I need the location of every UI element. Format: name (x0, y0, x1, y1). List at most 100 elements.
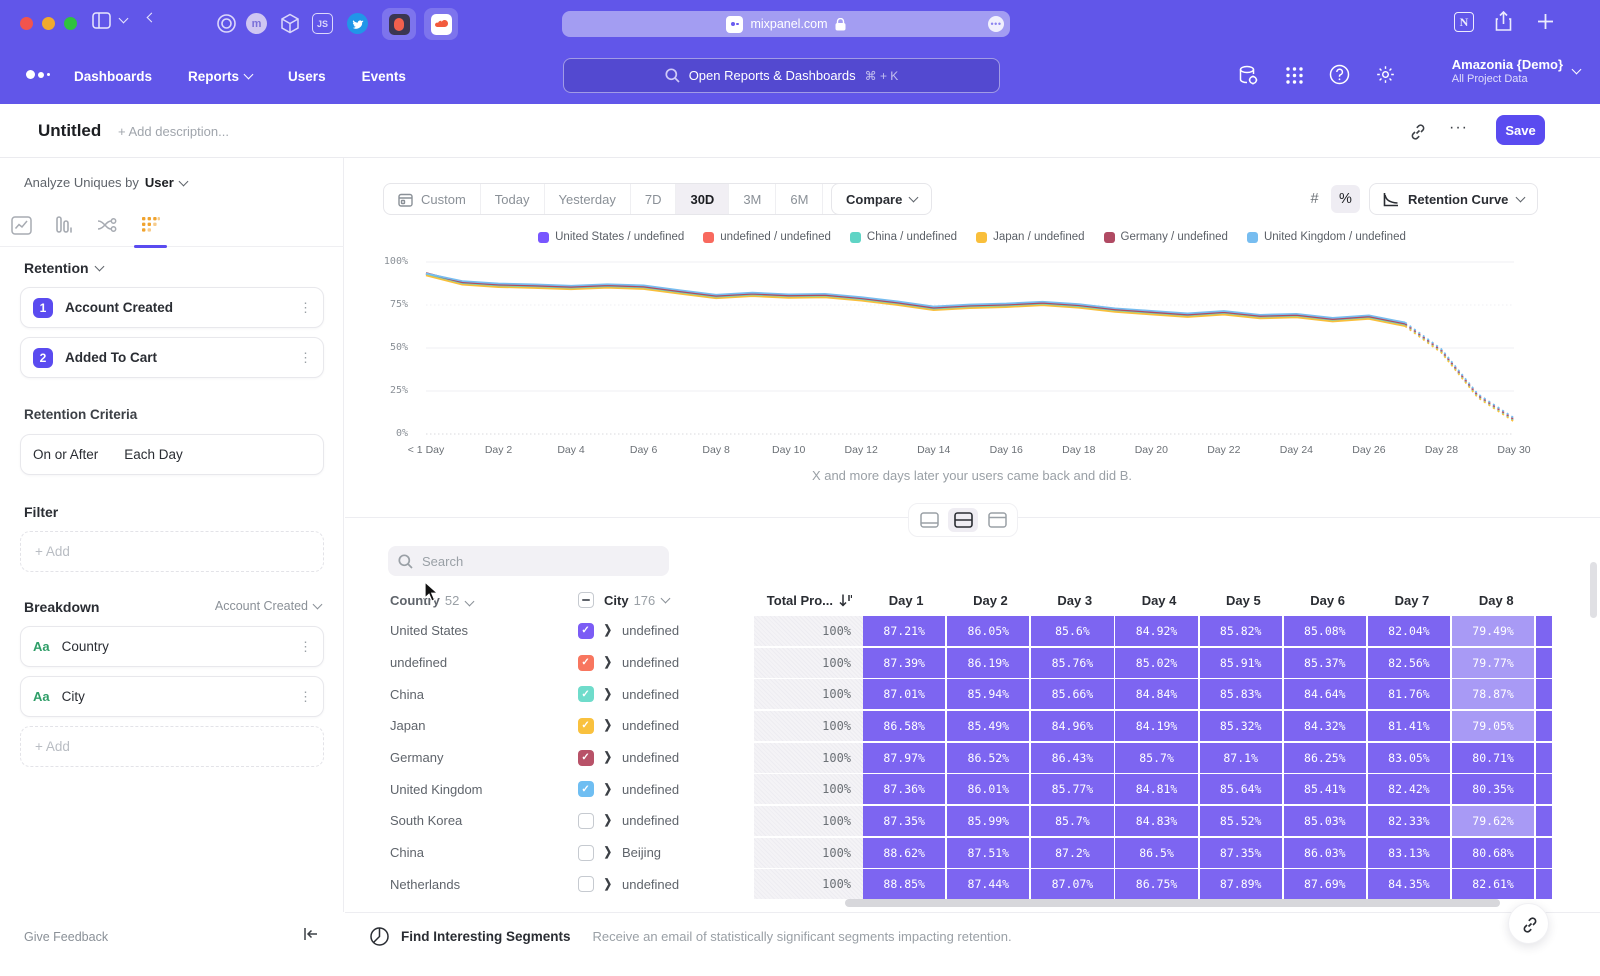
row-checkbox[interactable]: ✓ (578, 781, 594, 797)
day-column-header[interactable]: Day 6 (1285, 593, 1369, 608)
retention-value-cell[interactable]: 82.61% (1452, 869, 1534, 899)
range-7d[interactable]: 7D (631, 183, 677, 215)
find-segments-button[interactable]: Find Interesting Segments (401, 929, 571, 944)
number-format-button[interactable]: # (1300, 185, 1329, 213)
retention-value-cell[interactable]: 85.02% (1115, 648, 1197, 678)
retention-value-cell[interactable]: 85.7% (1031, 806, 1113, 836)
retention-value-cell[interactable]: 84.64% (1284, 679, 1366, 709)
retention-value-cell[interactable]: 79.62% (1452, 806, 1534, 836)
row-checkbox[interactable]: ✓ (578, 623, 594, 639)
retention-value-cell[interactable]: 84.32% (1284, 711, 1366, 741)
kebab-menu-icon[interactable]: ⋮ (299, 305, 311, 310)
row-checkbox[interactable]: ✓ (578, 750, 594, 766)
soundcloud-extension-icon[interactable] (424, 8, 458, 40)
retention-step-2[interactable]: 2 Added To Cart ⋮ (20, 337, 324, 378)
breakdown-country-card[interactable]: Aa Country ⋮ (20, 626, 324, 667)
retention-value-cell[interactable]: 82.42% (1368, 774, 1450, 804)
retention-value-cell[interactable]: 87.97% (863, 743, 945, 773)
split-layout-button[interactable] (948, 508, 978, 532)
percent-format-button[interactable]: % (1331, 185, 1360, 213)
address-bar[interactable]: mixpanel.com ••• (562, 11, 1010, 37)
total-column-header[interactable]: Total Pro... (755, 585, 864, 615)
retention-value-cell[interactable]: 87.1% (1200, 743, 1282, 773)
retention-value-cell[interactable]: 87.21% (863, 616, 945, 646)
expand-row-chevron-icon[interactable]: ❯ (604, 719, 612, 732)
breakdown-city-card[interactable]: Aa City ⋮ (20, 676, 324, 717)
retention-value-cell[interactable]: 86.25% (1284, 743, 1366, 773)
expand-row-chevron-icon[interactable]: ❯ (604, 846, 612, 859)
day-column-header[interactable]: Day 3 (1033, 593, 1117, 608)
retention-value-cell[interactable]: 81.41% (1368, 711, 1450, 741)
tab-overview-chevron-icon[interactable] (120, 18, 127, 22)
retention-value-cell[interactable]: 86.75% (1115, 869, 1197, 899)
range-6m[interactable]: 6M (776, 183, 823, 215)
range-today[interactable]: Today (481, 183, 545, 215)
kebab-menu-icon[interactable]: ⋮ (299, 644, 311, 649)
expand-row-chevron-icon[interactable]: ❯ (604, 688, 612, 701)
range-yesterday[interactable]: Yesterday (545, 183, 631, 215)
retention-value-cell[interactable]: 84.96% (1031, 711, 1113, 741)
retention-value-cell[interactable]: 85.77% (1031, 774, 1113, 804)
row-checkbox[interactable]: ✓ (578, 686, 594, 702)
retention-value-cell[interactable]: 84.35% (1368, 869, 1450, 899)
retention-value-cell[interactable]: 82.56% (1368, 648, 1450, 678)
retention-value-cell[interactable]: 84.81% (1115, 774, 1197, 804)
legend-item[interactable]: undefined / undefined (703, 231, 831, 243)
share-link-fab[interactable] (1508, 903, 1549, 944)
range-30d[interactable]: 30D (676, 183, 729, 215)
retention-value-cell[interactable]: 85.64% (1200, 774, 1282, 804)
retention-value-cell[interactable]: 85.94% (947, 679, 1029, 709)
retention-value-cell[interactable]: 87.51% (947, 838, 1029, 868)
settings-gear-icon[interactable] (1375, 64, 1396, 85)
retention-value-cell[interactable]: 85.91% (1200, 648, 1282, 678)
legend-item[interactable]: United Kingdom / undefined (1247, 231, 1406, 243)
retention-value-cell[interactable]: 88.62% (863, 838, 945, 868)
tab-insights[interactable] (0, 205, 43, 247)
retention-value-cell[interactable]: 85.52% (1200, 806, 1282, 836)
retention-value-cell[interactable]: 81.76% (1368, 679, 1450, 709)
retention-value-cell[interactable]: 80.71% (1452, 743, 1534, 773)
select-all-checkbox[interactable] (578, 592, 594, 608)
day-column-header[interactable]: Day 4 (1117, 593, 1201, 608)
day-column-header[interactable]: Day 5 (1201, 593, 1285, 608)
retention-value-cell[interactable]: 85.6% (1031, 616, 1113, 646)
patreon-extension-icon[interactable] (382, 8, 416, 40)
retention-value-cell[interactable]: 84.83% (1115, 806, 1197, 836)
horizontal-scrollbar[interactable] (845, 899, 1500, 907)
retention-value-cell[interactable]: 79.77% (1452, 648, 1534, 678)
retention-value-cell[interactable]: 84.84% (1115, 679, 1197, 709)
report-description-placeholder[interactable]: + Add description... (118, 124, 229, 139)
retention-value-cell[interactable]: 85.49% (947, 711, 1029, 741)
compare-button[interactable]: Compare (831, 183, 932, 215)
retention-value-cell[interactable]: 85.99% (947, 806, 1029, 836)
legend-item[interactable]: Japan / undefined (976, 231, 1084, 243)
row-checkbox[interactable] (578, 876, 594, 892)
minimize-window-button[interactable] (42, 17, 55, 30)
retention-value-cell[interactable]: 85.37% (1284, 648, 1366, 678)
retention-value-cell[interactable]: 87.69% (1284, 869, 1366, 899)
country-column-header[interactable]: Country52 (388, 593, 578, 608)
data-management-icon[interactable] (1237, 64, 1260, 87)
row-checkbox[interactable]: ✓ (578, 655, 594, 671)
address-more-icon[interactable]: ••• (988, 16, 1004, 32)
retention-value-cell[interactable]: 83.13% (1368, 838, 1450, 868)
m-avatar-icon[interactable]: m (246, 13, 267, 34)
expand-row-chevron-icon[interactable]: ❯ (604, 656, 612, 669)
retention-criteria-card[interactable]: On or After Each Day (20, 434, 324, 475)
retention-value-cell[interactable]: 84.19% (1115, 711, 1197, 741)
table-search-input[interactable]: Search (388, 546, 669, 576)
retention-value-cell[interactable]: 84.92% (1115, 616, 1197, 646)
legend-item[interactable]: China / undefined (850, 231, 957, 243)
close-window-button[interactable] (20, 17, 33, 30)
city-column-header[interactable]: City176 (604, 593, 669, 608)
retention-value-cell[interactable]: 85.7% (1115, 743, 1197, 773)
tab-flows[interactable] (86, 205, 129, 247)
retention-value-cell[interactable]: 86.19% (947, 648, 1029, 678)
legend-item[interactable]: Germany / undefined (1104, 231, 1228, 243)
retention-value-cell[interactable]: 85.83% (1200, 679, 1282, 709)
retention-value-cell[interactable]: 80.35% (1452, 774, 1534, 804)
retention-value-cell[interactable]: 85.82% (1200, 616, 1282, 646)
row-checkbox[interactable]: ✓ (578, 718, 594, 734)
ring-extension-icon[interactable] (216, 13, 237, 34)
day-column-header[interactable]: Day 2 (948, 593, 1032, 608)
